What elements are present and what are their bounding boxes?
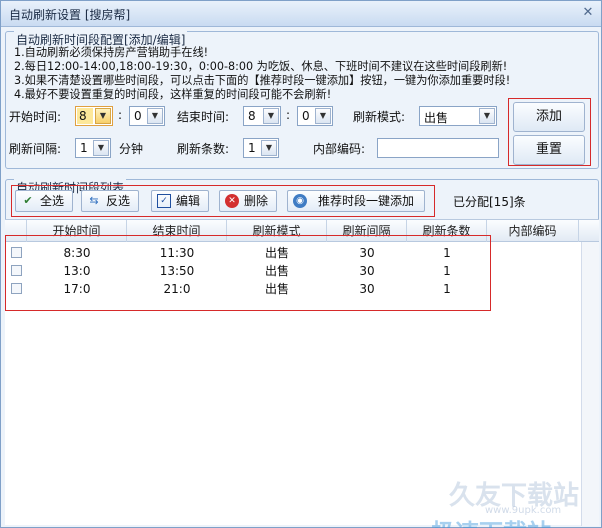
recommend-label: 推荐时段一键添加	[318, 194, 415, 208]
assigned-count: 已分配[15]条	[453, 195, 526, 209]
chevron-down-icon: ▼	[479, 108, 495, 124]
chevron-down-icon: ▼	[315, 108, 331, 124]
count-value: 1	[248, 141, 256, 155]
delete-label: 删除	[244, 194, 269, 208]
vertical-scrollbar[interactable]	[581, 242, 599, 526]
code-input[interactable]	[377, 138, 499, 158]
delete-button[interactable]: ✕ 删除	[219, 190, 277, 212]
code-label: 内部编码:	[313, 142, 366, 156]
start-minute-value: 0	[134, 109, 142, 123]
add-button[interactable]: 添加	[513, 102, 585, 132]
count-select[interactable]: 1 ▼	[243, 138, 279, 158]
time-colon: :	[286, 108, 291, 122]
interval-select[interactable]: 1 ▼	[75, 138, 111, 158]
count-label: 刷新条数:	[177, 142, 230, 156]
cell-code	[487, 244, 579, 262]
interval-unit: 分钟	[119, 142, 144, 156]
cell-code	[487, 280, 579, 298]
mode-label: 刷新模式:	[353, 110, 406, 124]
watermark-logo-secondary: 极速下载站	[431, 513, 551, 528]
title-bar: 自动刷新设置 [搜房帮] ✕	[1, 1, 601, 27]
chevron-down-icon: ▼	[95, 108, 111, 124]
edit-check-icon: ✓	[157, 194, 171, 208]
chevron-down-icon: ▼	[261, 140, 277, 156]
highlight-box-rows	[5, 235, 491, 311]
start-time-label: 开始时间:	[9, 110, 62, 124]
end-hour-select[interactable]: 8 ▼	[243, 106, 281, 126]
end-minute-value: 0	[302, 109, 310, 123]
end-time-label: 结束时间:	[177, 110, 230, 124]
mode-value: 出售	[424, 111, 449, 125]
mode-select[interactable]: 出售 ▼	[419, 106, 497, 126]
globe-icon: ◉	[293, 194, 307, 208]
check-icon: ✔	[23, 194, 33, 207]
end-minute-select[interactable]: 0 ▼	[297, 106, 333, 126]
select-all-label: 全选	[40, 194, 65, 208]
recommend-add-button[interactable]: ◉ 推荐时段一键添加	[287, 190, 425, 212]
note-line: 3.如果不清楚设置哪些时间段，可以点击下面的【推荐时段一键添加】按钮，一键为你添…	[14, 74, 511, 87]
invert-icon: ⇆	[89, 194, 99, 207]
window-title: 自动刷新设置 [搜房帮]	[9, 8, 131, 22]
interval-value: 1	[80, 141, 88, 155]
cell-code	[487, 262, 579, 280]
note-line: 2.每日12:00-14:00,18:00-19:30，0:00-8:00 为吃…	[14, 60, 508, 73]
chevron-down-icon: ▼	[93, 140, 109, 156]
settings-window: 自动刷新设置 [搜房帮] ✕ 自动刷新时间段配置[添加/编辑] 1.自动刷新必须…	[0, 0, 602, 528]
notes-list: 1.自动刷新必须保持房产营销助手在线! 2.每日12:00-14:00,18:0…	[14, 46, 510, 102]
note-line: 1.自动刷新必须保持房产营销助手在线!	[14, 46, 209, 59]
invert-selection-button[interactable]: ⇆ 反选	[81, 190, 139, 212]
invert-label: 反选	[106, 194, 131, 208]
start-hour-select[interactable]: 8 ▼	[75, 106, 113, 126]
chevron-down-icon: ▼	[263, 108, 279, 124]
time-colon: :	[118, 108, 123, 122]
end-hour-value: 8	[248, 109, 256, 123]
select-all-button[interactable]: ✔ 全选	[15, 190, 73, 212]
reset-button[interactable]: 重置	[513, 135, 585, 165]
start-minute-select[interactable]: 0 ▼	[129, 106, 165, 126]
header-code[interactable]: 内部编码	[487, 220, 579, 242]
note-line: 4.最好不要设置重复的时间段，这样重复的时间段可能不会刷新!	[14, 88, 332, 101]
start-hour-value: 8	[79, 109, 87, 123]
delete-icon: ✕	[225, 194, 239, 208]
chevron-down-icon: ▼	[147, 108, 163, 124]
edit-label: 编辑	[176, 194, 201, 208]
interval-label: 刷新间隔:	[9, 142, 62, 156]
edit-button[interactable]: ✓ 编辑	[151, 190, 209, 212]
close-icon[interactable]: ✕	[579, 4, 597, 22]
